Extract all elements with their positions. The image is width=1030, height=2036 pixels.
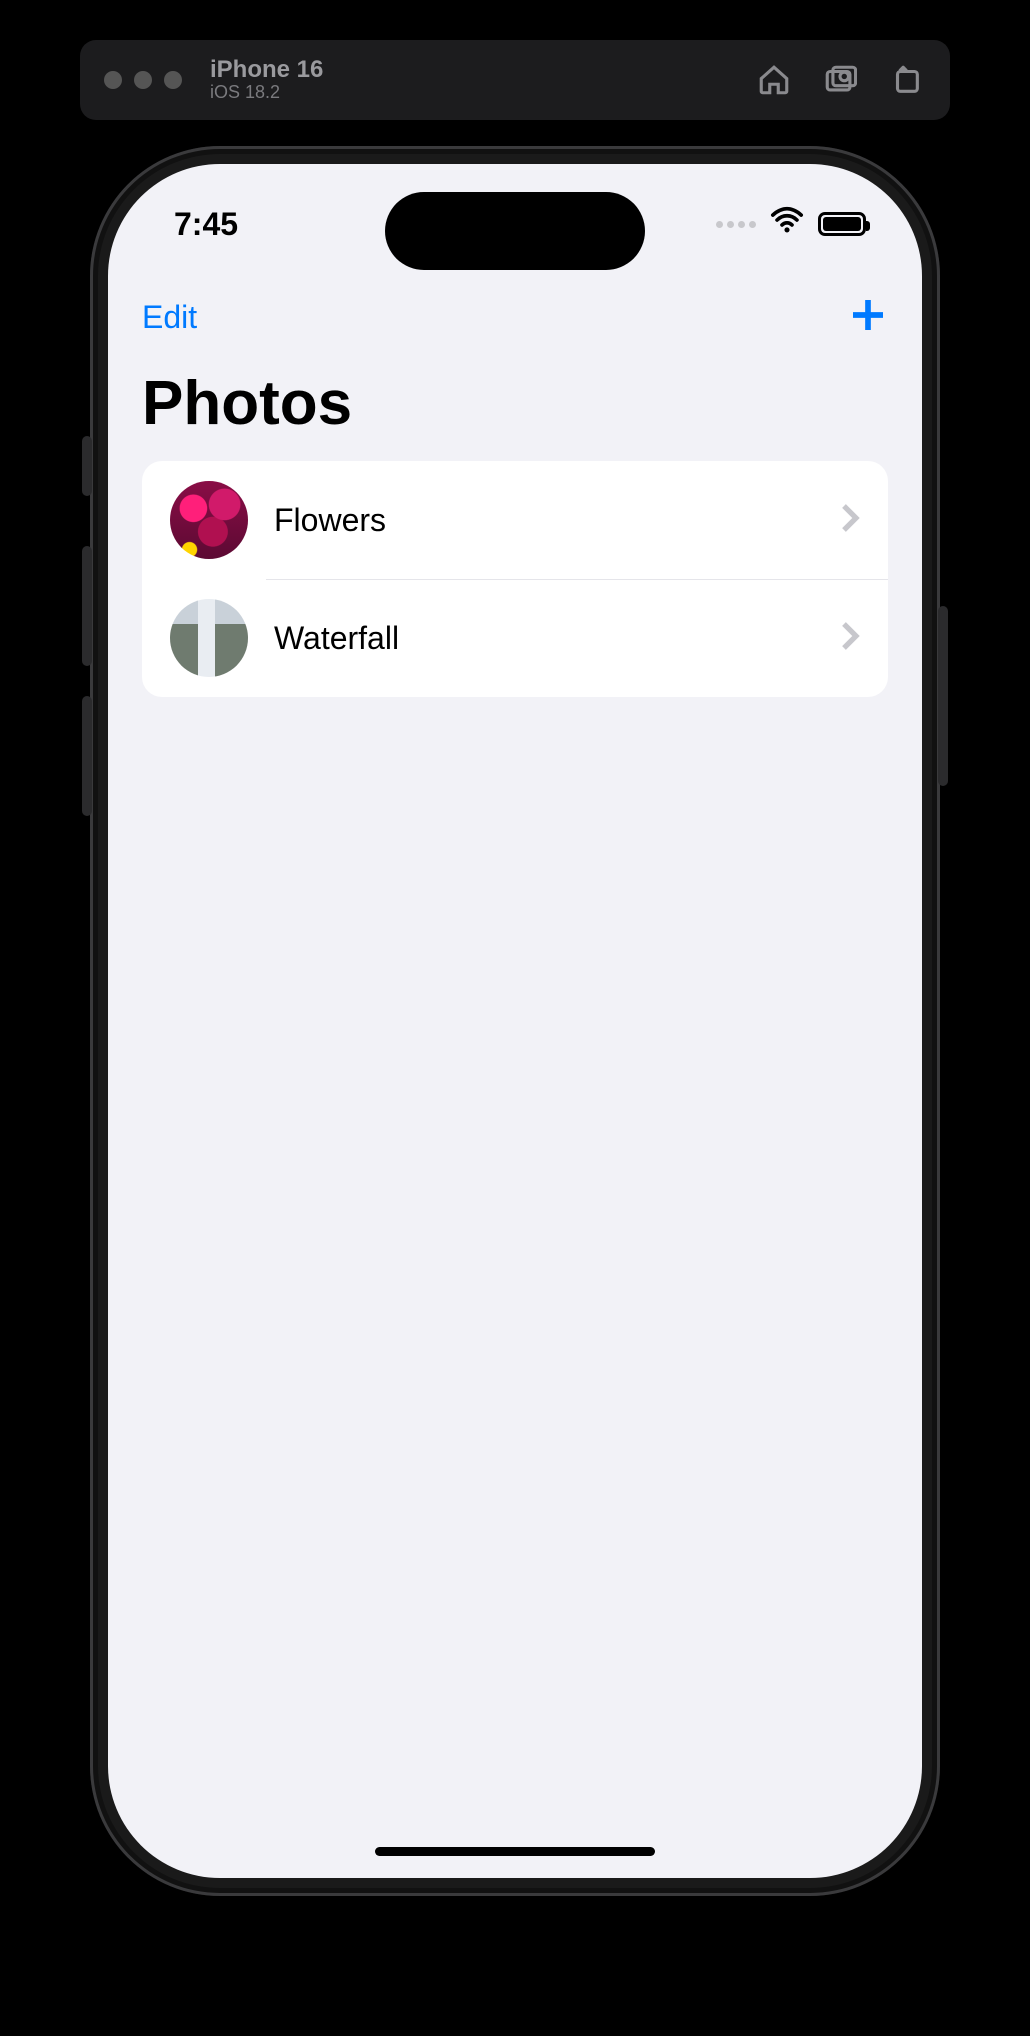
- thumbnail-waterfall: [170, 599, 248, 677]
- photos-list: Flowers Waterfall: [142, 461, 888, 697]
- screenshot-icon[interactable]: [820, 60, 860, 100]
- chevron-right-icon: [840, 503, 860, 538]
- side-button-volume-down[interactable]: [82, 696, 92, 816]
- list-item-waterfall[interactable]: Waterfall: [142, 579, 888, 697]
- dynamic-island: [385, 192, 645, 270]
- home-icon[interactable]: [754, 60, 794, 100]
- window-close-dot[interactable]: [104, 71, 122, 89]
- rotate-icon[interactable]: [886, 60, 926, 100]
- side-button-action[interactable]: [82, 436, 92, 496]
- thumbnail-flowers: [170, 481, 248, 559]
- battery-icon: [818, 212, 866, 236]
- list-item-label: Flowers: [274, 502, 840, 539]
- device-screen: 7:45 Edit Photos: [108, 164, 922, 1878]
- cellular-dots-icon: [716, 221, 756, 228]
- window-minimize-dot[interactable]: [134, 71, 152, 89]
- status-time: 7:45: [174, 206, 238, 243]
- wifi-icon: [770, 203, 804, 245]
- simulator-bar: iPhone 16 iOS 18.2: [80, 40, 950, 120]
- simulator-os-version: iOS 18.2: [210, 83, 323, 103]
- side-button-power[interactable]: [938, 606, 948, 786]
- side-button-volume-up[interactable]: [82, 546, 92, 666]
- window-zoom-dot[interactable]: [164, 71, 182, 89]
- device-frame: 7:45 Edit Photos: [90, 146, 940, 1896]
- chevron-right-icon: [840, 621, 860, 656]
- simulator-device-name: iPhone 16: [210, 57, 323, 83]
- window-traffic-lights: [104, 71, 182, 89]
- page-title: Photos: [108, 344, 922, 461]
- edit-button[interactable]: Edit: [142, 299, 197, 336]
- nav-bar: Edit: [108, 284, 922, 344]
- home-indicator[interactable]: [375, 1847, 655, 1856]
- simulator-title-block: iPhone 16 iOS 18.2: [210, 57, 323, 103]
- list-item-flowers[interactable]: Flowers: [142, 461, 888, 579]
- add-button[interactable]: [848, 295, 888, 340]
- device-wrapper: 7:45 Edit Photos: [90, 146, 940, 1896]
- plus-icon: [848, 295, 888, 335]
- list-item-label: Waterfall: [274, 620, 840, 657]
